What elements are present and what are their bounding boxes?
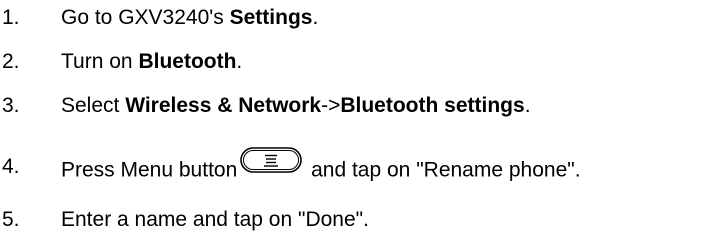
step-text-plain: and tap on "Rename phone".: [305, 158, 581, 182]
step-text-bold: Bluetooth settings: [340, 94, 525, 117]
step-number: 3.: [2, 94, 20, 117]
step-text: Select Wireless & Network->Bluetooth set…: [61, 94, 531, 118]
step-text: Press Menu button and tap on "Rename pho…: [61, 147, 581, 187]
step-number: 5.: [2, 208, 20, 231]
step-text-plain: .: [236, 50, 243, 73]
step-number: 4.: [2, 155, 20, 178]
step-number: 2.: [2, 50, 20, 73]
step-text-plain: .: [524, 94, 531, 117]
step-text-plain: Select: [61, 94, 126, 117]
step-number: 1.: [2, 6, 20, 29]
step-text: Turn on Bluetooth.: [61, 50, 242, 74]
step-text-plain: Turn on: [61, 50, 139, 73]
step-text-plain: .: [312, 6, 319, 29]
step-text-bold: Settings: [229, 6, 313, 29]
step-text-plain: Go to GXV3240's: [61, 6, 230, 29]
step-text-bold: Wireless & Network: [125, 94, 322, 117]
step-text-plain: Press Menu button: [61, 158, 238, 182]
step-text-bold: Bluetooth: [138, 50, 237, 73]
step-text: Go to GXV3240's Settings.: [61, 6, 318, 30]
step-text-plain: ->: [321, 94, 341, 117]
step-text-plain: Enter a name and tap on "Done".: [61, 208, 369, 231]
step-text: Enter a name and tap on "Done".: [61, 208, 369, 232]
menu-button-icon: [240, 147, 303, 179]
